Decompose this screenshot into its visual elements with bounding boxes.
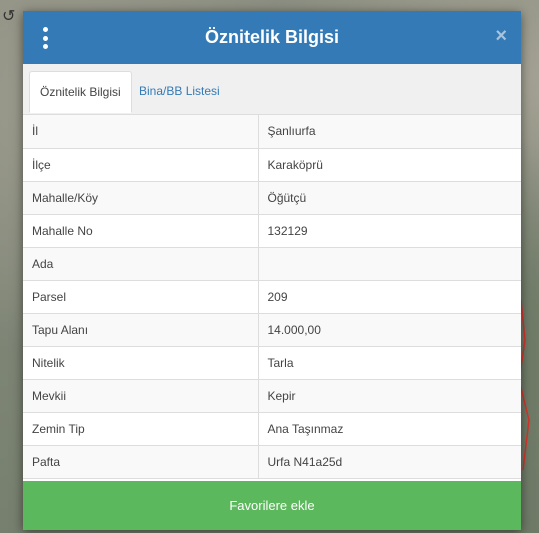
attribute-value: 209 <box>258 280 521 314</box>
dialog-title: Öznitelik Bilgisi <box>204 27 340 47</box>
kebab-menu-icon[interactable] <box>41 27 49 49</box>
table-row: Zemin Tip Ana Taşınmaz <box>23 412 521 446</box>
attribute-value: 132129 <box>258 214 521 248</box>
tab-bar: Öznitelik Bilgisi Bina/BB Listesi <box>23 64 521 115</box>
attribute-value: Kepir <box>258 379 521 413</box>
add-to-favorites-button[interactable]: Favorilere ekle <box>23 481 521 530</box>
attribute-key: Tapu Alanı <box>23 313 259 347</box>
attribute-value: Karaköprü <box>258 148 521 182</box>
attribute-value: Şanlıurfa <box>258 115 521 149</box>
table-row: Parsel 209 <box>23 280 521 314</box>
attribute-table: İl Şanlıurfa İlçe Karaköprü Mahalle/Köy Öğütç… <box>23 115 521 479</box>
attribute-key: Ada <box>23 247 259 281</box>
attribute-info-dialog: Öznitelik Bilgisi × Öznitelik Bilgisi Bi… <box>23 11 521 530</box>
table-row: Nitelik Tarla <box>23 346 521 380</box>
table-row: Mahalle/Köy Öğütçü <box>23 181 521 215</box>
dialog-header: Öznitelik Bilgisi × <box>23 11 521 64</box>
attribute-key: Nitelik <box>23 346 259 380</box>
attribute-key: Mahalle/Köy <box>23 181 259 215</box>
table-row: Pafta Urfa N41a25d <box>23 445 521 479</box>
tab-building-list[interactable]: Bina/BB Listesi <box>129 71 230 113</box>
attribute-value: Ana Taşınmaz <box>258 412 521 446</box>
table-row: Mevkii Kepir <box>23 379 521 413</box>
attribute-key: İlçe <box>23 148 259 182</box>
attribute-value: Tarla <box>258 346 521 380</box>
map-rotate-icon[interactable]: ↺ <box>2 8 20 26</box>
table-row: İlçe Karaköprü <box>23 148 521 182</box>
table-row: Mahalle No 132129 <box>23 214 521 248</box>
attribute-key: İl <box>23 115 259 149</box>
attribute-key: Mevkii <box>23 379 259 413</box>
attribute-value: Urfa N41a25d <box>258 445 521 479</box>
close-icon[interactable]: × <box>495 25 507 47</box>
attribute-value: 14.000,00 <box>258 313 521 347</box>
table-row: Tapu Alanı 14.000,00 <box>23 313 521 347</box>
attribute-value <box>258 247 521 281</box>
table-row: Ada <box>23 247 521 281</box>
attribute-key: Pafta <box>23 445 259 479</box>
attribute-value: Öğütçü <box>258 181 521 215</box>
table-row: İl Şanlıurfa <box>23 115 521 149</box>
attribute-key: Parsel <box>23 280 259 314</box>
attribute-key: Mahalle No <box>23 214 259 248</box>
tab-attribute-info[interactable]: Öznitelik Bilgisi <box>29 71 132 113</box>
attribute-key: Zemin Tip <box>23 412 259 446</box>
